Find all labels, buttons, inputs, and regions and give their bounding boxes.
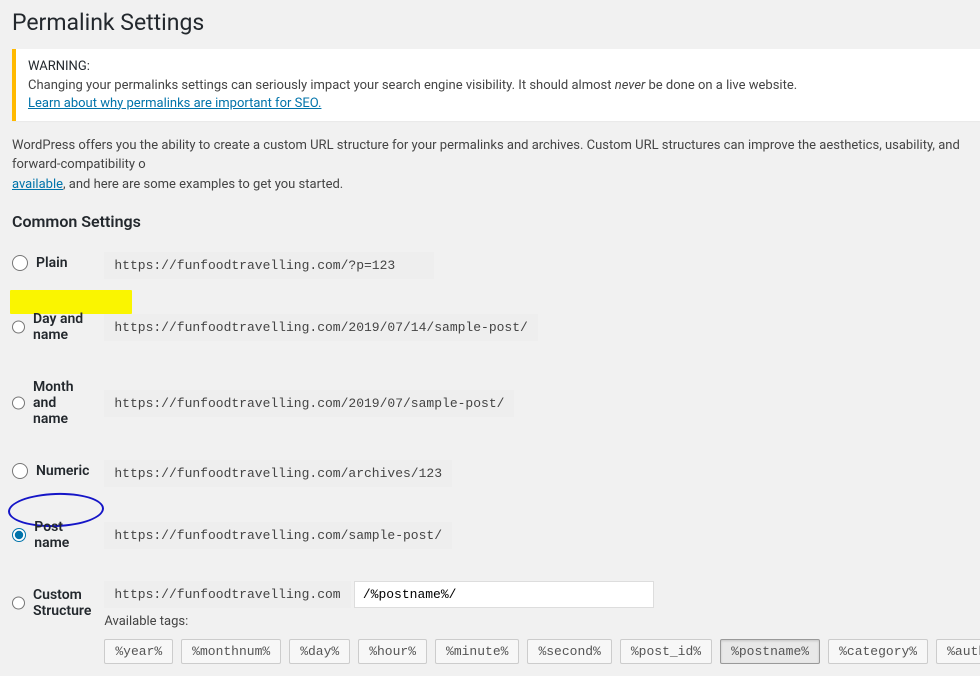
description-text-before: WordPress offers you the ability to crea… [12,138,960,173]
url-plain: https://funfoodtravelling.com/?p=123 [104,252,434,279]
option-label-numeric: Numeric [36,463,89,479]
option-month-and-name[interactable]: Month and name [12,379,94,427]
page-title: Permalink Settings [12,0,980,44]
option-row-plain: Plain https://funfoodtravelling.com/?p=1… [12,237,980,293]
option-row-numeric: Numeric https://funfoodtravelling.com/ar… [12,445,980,501]
warning-notice: WARNING: Changing your permalinks settin… [12,49,980,121]
description-text-after: , and here are some examples to get you … [63,177,343,192]
option-label-plain: Plain [36,255,68,271]
radio-numeric[interactable] [12,463,28,479]
warning-seo-link[interactable]: Learn about why permalinks are important… [28,96,321,111]
tag-button[interactable]: %hour% [358,639,427,664]
description-paragraph: WordPress offers you the ability to crea… [12,136,980,195]
tag-button[interactable]: %day% [289,639,350,664]
option-label-custom: Custom Structure [33,587,94,619]
tag-button[interactable]: %autho [936,639,980,664]
tag-button[interactable]: %year% [104,639,173,664]
option-row-post-name: Post name https://funfoodtravelling.com/… [12,501,980,569]
radio-plain[interactable] [12,255,28,271]
tag-button[interactable]: %monthnum% [181,639,281,664]
warning-text-italic: never [615,78,646,93]
option-post-name[interactable]: Post name [12,519,94,551]
warning-text: Changing your permalinks settings can se… [28,78,797,93]
option-numeric[interactable]: Numeric [12,463,89,479]
option-row-day-and-name: Day and name https://funfoodtravelling.c… [12,293,980,361]
option-label-month-and-name: Month and name [33,379,94,427]
tag-row: %year% %monthnum% %day% %hour% %minute% %seco… [104,639,980,664]
radio-custom[interactable] [12,595,25,611]
option-row-month-and-name: Month and name https://funfoodtravelling… [12,361,980,445]
option-label-day-and-name: Day and name [33,311,94,343]
option-label-post-name: Post name [34,519,94,551]
radio-month-and-name[interactable] [12,395,25,411]
common-settings-heading: Common Settings [12,212,980,231]
tag-button[interactable]: %second% [527,639,611,664]
url-post-name: https://funfoodtravelling.com/sample-pos… [104,522,452,549]
option-row-custom: Custom Structure https://funfoodtravelli… [12,569,980,676]
url-month-and-name: https://funfoodtravelling.com/2019/07/sa… [104,390,514,417]
description-tags-available-link[interactable]: available [12,177,63,192]
tag-button[interactable]: %postname% [720,639,820,664]
permalink-options-table: Plain https://funfoodtravelling.com/?p=1… [12,237,980,676]
tag-button[interactable]: %minute% [435,639,519,664]
custom-structure-input[interactable] [354,581,654,608]
url-custom-base: https://funfoodtravelling.com [104,581,350,608]
warning-label: WARNING: [28,59,968,74]
option-plain[interactable]: Plain [12,255,68,271]
url-day-and-name: https://funfoodtravelling.com/2019/07/14… [104,314,537,341]
available-tags-label: Available tags: [104,614,980,629]
radio-post-name[interactable] [12,527,26,543]
url-numeric: https://funfoodtravelling.com/archives/1… [104,460,452,487]
tag-button[interactable]: %category% [828,639,928,664]
warning-text-after: be done on a live website. [645,78,797,93]
warning-text-before: Changing your permalinks settings can se… [28,78,615,93]
radio-day-and-name[interactable] [12,319,25,335]
option-day-and-name[interactable]: Day and name [12,311,94,343]
tag-button[interactable]: %post_id% [620,639,712,664]
option-custom[interactable]: Custom Structure [12,587,94,619]
